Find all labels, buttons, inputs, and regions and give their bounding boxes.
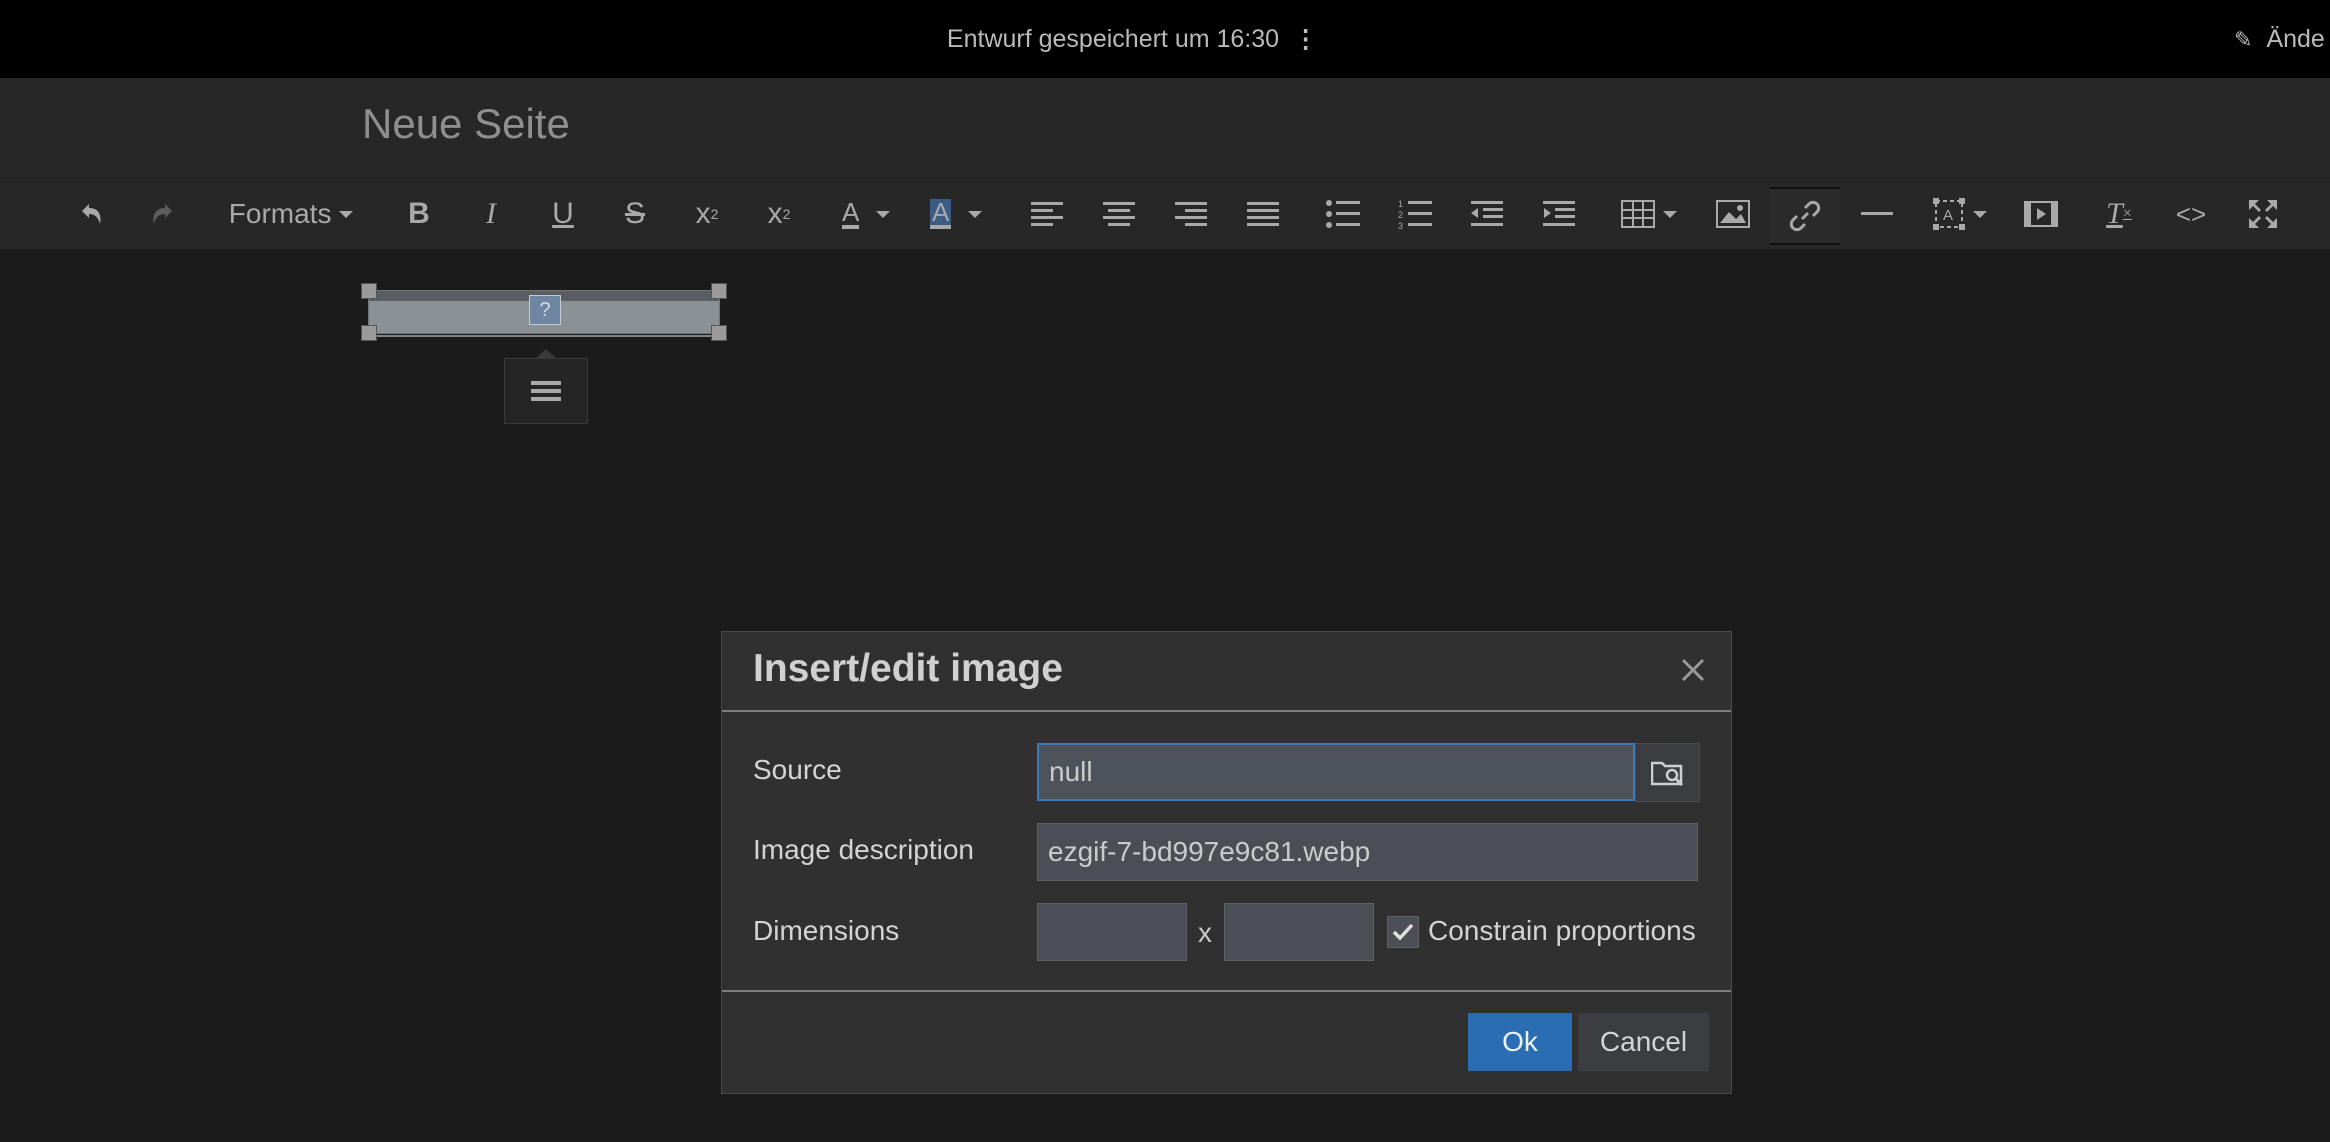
ok-button[interactable]: Ok <box>1468 1013 1572 1071</box>
dialog-title: Insert/edit image <box>753 647 1063 690</box>
image-context-menu-button[interactable] <box>504 349 588 424</box>
indent-icon[interactable] <box>1534 187 1584 241</box>
resize-handle-bottom-left[interactable] <box>361 325 377 341</box>
browse-button[interactable] <box>1635 743 1700 802</box>
title-bar: Neue Seite <box>0 78 2330 178</box>
image-icon[interactable] <box>1708 187 1758 241</box>
italic-icon[interactable]: I <box>466 187 516 241</box>
image-description-label: Image description <box>753 834 975 865</box>
vertical-ellipsis-icon[interactable]: ⋮ <box>1293 0 1318 78</box>
source-label: Source <box>753 754 842 785</box>
chevron-down-icon <box>1973 210 1988 218</box>
horizontal-rule-icon[interactable] <box>1852 187 1902 241</box>
cancel-button[interactable]: Cancel <box>1578 1013 1709 1071</box>
insert-image-dialog: Insert/edit image Source Image descripti… <box>721 631 1732 1094</box>
page-title[interactable]: Neue Seite <box>362 100 570 148</box>
superscript-icon[interactable]: x2 <box>682 187 732 241</box>
height-input[interactable] <box>1224 903 1374 961</box>
align-justify-icon[interactable] <box>1238 187 1288 241</box>
broken-image-icon: ? <box>529 295 561 325</box>
template-icon[interactable]: A <box>1922 187 1998 241</box>
dialog-footer-divider <box>722 990 1731 992</box>
undo-icon[interactable] <box>66 187 116 241</box>
media-icon[interactable] <box>2016 187 2066 241</box>
top-bar: Entwurf gespeichert um 16:30 ⋮ ✎ Ände <box>0 0 2330 78</box>
outdent-icon[interactable] <box>1462 187 1512 241</box>
formats-dropdown[interactable]: Formats <box>226 187 356 241</box>
background-color-icon[interactable]: A <box>916 187 996 241</box>
editor-toolbar: Formats B I U S x2 x2 A A 123 A T × <> <box>0 178 2330 249</box>
edit-button[interactable]: ✎ Ände <box>2234 0 2325 78</box>
popover-arrow <box>535 349 557 359</box>
dimensions-label: Dimensions <box>753 915 900 946</box>
draft-status: Entwurf gespeichert um 16:30 ⋮ <box>0 0 2260 78</box>
align-left-icon[interactable] <box>1022 187 1072 241</box>
table-icon[interactable] <box>1616 187 1682 241</box>
hamburger-icon <box>531 381 561 401</box>
draft-status-text: Entwurf gespeichert um 16:30 <box>946 25 1280 53</box>
svg-text:A: A <box>1943 207 1953 224</box>
image-placeholder[interactable]: ? <box>368 290 720 337</box>
image-placeholder-underline <box>369 335 719 337</box>
text-color-icon[interactable]: A <box>826 187 906 241</box>
resize-handle-top-right[interactable] <box>711 283 727 299</box>
fullscreen-icon[interactable] <box>2238 187 2288 241</box>
width-input[interactable] <box>1037 903 1187 961</box>
dimension-separator: x <box>1198 917 1212 948</box>
svg-text:1: 1 <box>1398 199 1403 209</box>
formats-label: Formats <box>228 198 332 229</box>
strikethrough-icon[interactable]: S <box>610 187 660 241</box>
folder-search-icon <box>1650 761 1683 786</box>
subscript-icon[interactable]: x2 <box>754 187 804 241</box>
checkmark-icon <box>1392 923 1414 941</box>
constrain-proportions-checkbox[interactable] <box>1387 916 1419 948</box>
redo-icon[interactable] <box>138 187 188 241</box>
chevron-down-icon <box>968 210 982 218</box>
chevron-down-icon <box>876 210 890 218</box>
align-right-icon[interactable] <box>1166 187 1216 241</box>
svg-text:3: 3 <box>1398 221 1403 229</box>
bullet-list-icon[interactable] <box>1318 187 1368 241</box>
image-description-input[interactable] <box>1037 823 1698 881</box>
pencil-icon: ✎ <box>2234 27 2253 52</box>
link-icon[interactable] <box>1770 187 1840 245</box>
close-icon[interactable] <box>1675 652 1711 688</box>
bold-icon[interactable]: B <box>394 187 444 241</box>
resize-handle-bottom-right[interactable] <box>711 325 727 341</box>
clear-formatting-icon[interactable]: T × <box>2094 187 2144 241</box>
source-input[interactable] <box>1037 743 1635 801</box>
align-center-icon[interactable] <box>1094 187 1144 241</box>
resize-handle-top-left[interactable] <box>361 283 377 299</box>
constrain-proportions-label[interactable]: Constrain proportions <box>1428 915 1696 947</box>
chevron-down-icon <box>1663 210 1678 218</box>
chevron-down-icon <box>339 210 354 218</box>
numbered-list-icon[interactable]: 123 <box>1390 187 1440 241</box>
dialog-header: Insert/edit image <box>722 632 1731 712</box>
underline-icon[interactable]: U <box>538 187 588 241</box>
source-code-icon[interactable]: <> <box>2166 187 2216 241</box>
edit-label: Ände <box>2266 25 2325 53</box>
svg-text:2: 2 <box>1398 210 1403 220</box>
